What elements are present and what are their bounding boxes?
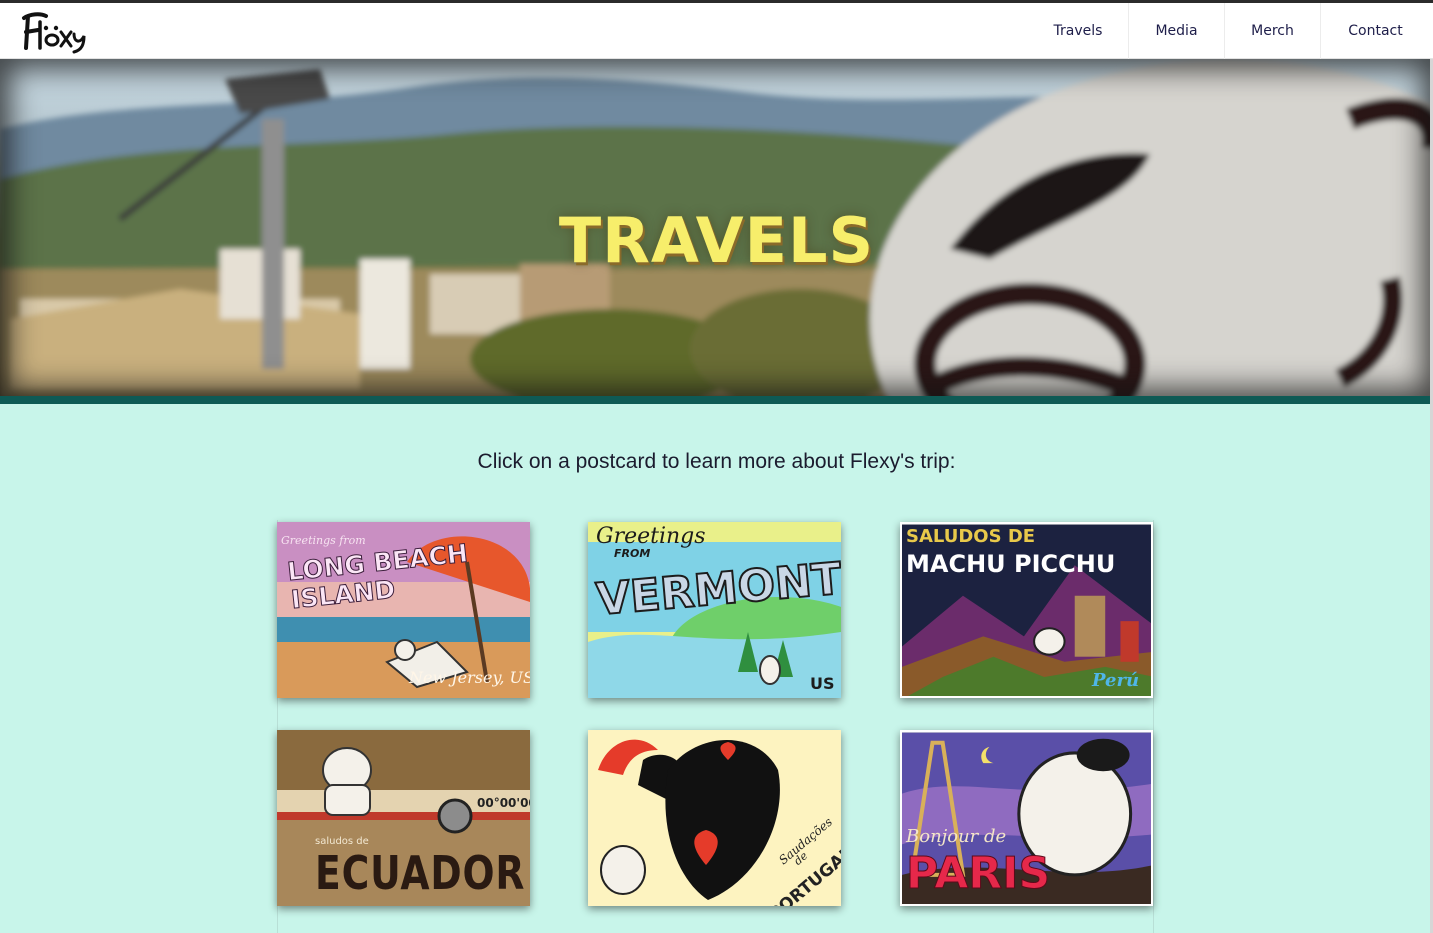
hero-divider [0, 396, 1433, 404]
machu-picchu-illustration [902, 524, 1151, 696]
main-nav: Travels Media Merch Contact [1028, 3, 1430, 59]
flexy-logo[interactable] [16, 8, 88, 56]
nav-media[interactable]: Media [1128, 3, 1224, 59]
intro-text: Click on a postcard to learn more about … [477, 450, 956, 473]
nav-contact[interactable]: Contact [1320, 3, 1430, 59]
nav-merch[interactable]: Merch [1224, 3, 1320, 59]
site-header: Travels Media Merch Contact [0, 3, 1433, 59]
postcard-paris[interactable]: Bonjour de PARIS [900, 730, 1153, 906]
page-title: TRAVELS [558, 204, 875, 277]
postcard-machu-picchu[interactable]: SALUDOS DE MACHU PICCHU Perú [900, 522, 1153, 698]
postcard-portugal[interactable]: Saudações de PORTUGAL [588, 730, 841, 906]
postcard-ecuador[interactable]: 00°00'00" saludos de ECUADOR [277, 730, 530, 906]
nav-travels[interactable]: Travels [1028, 3, 1128, 59]
ecuador-illustration [277, 730, 530, 906]
portugal-illustration [588, 730, 841, 906]
hero-banner: TRAVELS [0, 59, 1433, 398]
long-beach-illustration [277, 522, 530, 698]
paris-illustration [902, 732, 1151, 904]
postcard-vermont[interactable]: Greetings FROM VERMONT US [588, 522, 841, 698]
postcard-long-beach-island[interactable]: Greetings from LONG BEACH ISLAND New Jer… [277, 522, 530, 698]
vermont-illustration [588, 522, 841, 698]
